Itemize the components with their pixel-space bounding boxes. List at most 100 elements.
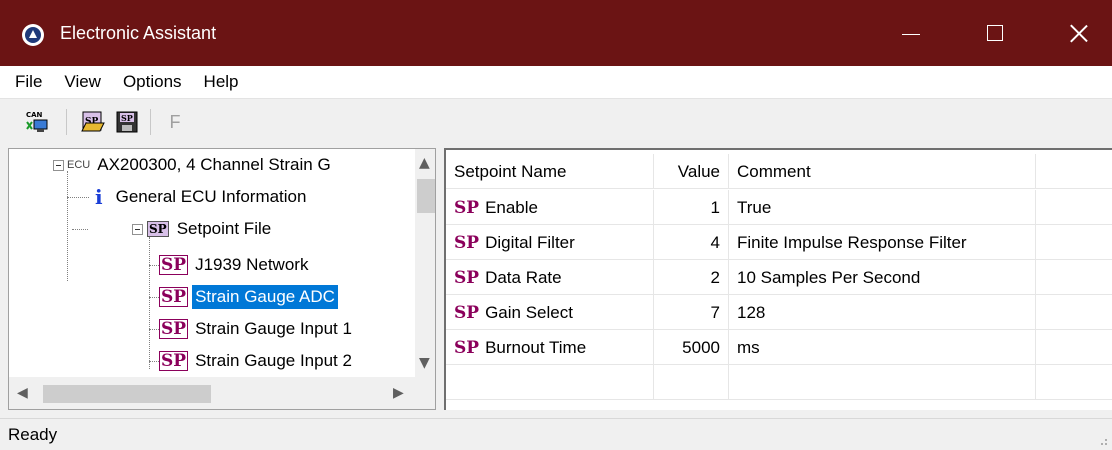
empty-cell bbox=[1036, 225, 1112, 260]
can-network-icon: CAN bbox=[26, 111, 48, 132]
empty-cell bbox=[1036, 190, 1112, 225]
setpoint-comment: 10 Samples Per Second bbox=[729, 260, 1036, 295]
menu-file[interactable]: File bbox=[4, 66, 53, 98]
setpoint-comment: ms bbox=[729, 330, 1036, 365]
setpoint-name: Data Rate bbox=[485, 268, 562, 287]
flash-button[interactable]: F bbox=[160, 107, 190, 137]
tree-item-strain-gauge-input-2[interactable]: SP Strain Gauge Input 2 bbox=[159, 345, 355, 377]
empty-cell bbox=[446, 365, 654, 400]
setpoint-name: Burnout Time bbox=[485, 338, 587, 357]
tree-item-general-info[interactable]: i General ECU Information bbox=[93, 181, 309, 213]
scroll-left-icon[interactable]: ◀ bbox=[17, 385, 28, 401]
maximize-button[interactable] bbox=[950, 0, 1040, 66]
table-row[interactable]: SP Data Rate 2 10 Samples Per Second bbox=[446, 260, 1112, 295]
tree-line bbox=[149, 361, 159, 362]
setpoint-name-cell: SP Gain Select bbox=[446, 295, 654, 330]
setpoint-icon: SP bbox=[454, 233, 480, 253]
empty-cell bbox=[1036, 260, 1112, 295]
setpoint-comment: 128 bbox=[729, 295, 1036, 330]
tree-item-label: Strain Gauge Input 1 bbox=[195, 319, 352, 338]
setpoint-table: Setpoint Name Value Comment SP Enable 1 T… bbox=[444, 148, 1112, 410]
tree-line bbox=[149, 329, 159, 330]
setpoint-file-icon: SP bbox=[147, 221, 169, 237]
tree-view[interactable]: ECU AX200300, 4 Channel Strain G i Gener… bbox=[8, 148, 436, 410]
setpoint-name: Digital Filter bbox=[485, 233, 575, 252]
table-row[interactable]: SP Gain Select 7 128 bbox=[446, 295, 1112, 330]
save-setpoint-button[interactable]: SP bbox=[112, 107, 142, 137]
tree-item-strain-gauge-adc[interactable]: SP Strain Gauge ADC bbox=[159, 281, 338, 313]
info-icon: i bbox=[95, 185, 103, 209]
setpoint-name-cell: SP Digital Filter bbox=[446, 225, 654, 260]
setpoint-name-cell: SP Burnout Time bbox=[446, 330, 654, 365]
setpoint-name-cell: SP Data Rate bbox=[446, 260, 654, 295]
toolbar-separator bbox=[150, 109, 151, 135]
menu-help[interactable]: Help bbox=[193, 66, 250, 98]
setpoint-value: 4 bbox=[654, 225, 729, 260]
setpoint-icon: SP bbox=[454, 303, 480, 323]
empty-cell bbox=[729, 365, 1036, 400]
tree-item-j1939-network[interactable]: SP J1939 Network bbox=[159, 249, 311, 281]
table-row[interactable]: SP Enable 1 True bbox=[446, 190, 1112, 225]
setpoint-name: Enable bbox=[485, 198, 538, 217]
tree-horizontal-scrollbar[interactable]: ◀ ▶ bbox=[9, 377, 415, 409]
tree-item-label: AX200300, 4 Channel Strain G bbox=[97, 155, 331, 174]
table-row[interactable]: SP Digital Filter 4 Finite Impulse Respon… bbox=[446, 225, 1112, 260]
ecu-icon: ECU bbox=[67, 159, 91, 171]
table-header-row: Setpoint Name Value Comment bbox=[446, 154, 1112, 189]
setpoint-name: Gain Select bbox=[485, 303, 573, 322]
window-title: Electronic Assistant bbox=[60, 23, 217, 43]
tree-line bbox=[149, 237, 150, 369]
setpoint-comment: Finite Impulse Response Filter bbox=[729, 225, 1036, 260]
minimize-button[interactable] bbox=[866, 0, 956, 66]
collapse-ecu-toggle[interactable] bbox=[53, 160, 64, 171]
column-header-comment[interactable]: Comment bbox=[729, 154, 1036, 189]
setpoint-comment: True bbox=[729, 190, 1036, 225]
scroll-down-icon[interactable]: ▼ bbox=[419, 355, 430, 371]
table-row[interactable]: SP Burnout Time 5000 ms bbox=[446, 330, 1112, 365]
scroll-right-icon[interactable]: ▶ bbox=[393, 385, 404, 401]
tree-vertical-scrollbar[interactable]: ▲ ▼ bbox=[415, 149, 435, 377]
empty-cell bbox=[654, 365, 729, 400]
menu-bar: File View Options Help bbox=[0, 66, 1112, 98]
setpoint-icon: SP bbox=[454, 198, 480, 218]
tree-line bbox=[149, 297, 159, 298]
menu-options[interactable]: Options bbox=[112, 66, 193, 98]
app-logo-icon bbox=[22, 24, 44, 46]
empty-cell bbox=[1036, 365, 1112, 400]
close-icon bbox=[1070, 24, 1088, 42]
tree-item-strain-gauge-input-1[interactable]: SP Strain Gauge Input 1 bbox=[159, 313, 355, 345]
tree-line bbox=[149, 265, 159, 266]
can-connect-button[interactable]: CAN bbox=[22, 107, 52, 137]
toolbar-separator bbox=[66, 109, 67, 135]
setpoint-value: 7 bbox=[654, 295, 729, 330]
setpoint-icon: SP bbox=[454, 338, 480, 358]
vertical-scroll-thumb[interactable] bbox=[417, 179, 435, 213]
close-button[interactable] bbox=[1034, 0, 1112, 66]
setpoint-name-cell: SP Enable bbox=[446, 190, 654, 225]
column-header-name[interactable]: Setpoint Name bbox=[446, 154, 654, 189]
svg-text:SP: SP bbox=[121, 113, 133, 123]
status-text: Ready bbox=[8, 425, 58, 444]
tree-item-ecu[interactable]: ECU AX200300, 4 Channel Strain G bbox=[67, 149, 334, 181]
resize-grip-icon[interactable] bbox=[1096, 434, 1108, 446]
setpoint-icon: SP bbox=[454, 268, 480, 288]
tree-line bbox=[72, 229, 88, 230]
tree-item-label: General ECU Information bbox=[115, 187, 307, 206]
tree-item-setpoint-file[interactable]: SP Setpoint File bbox=[147, 213, 274, 245]
collapse-setpoint-toggle[interactable] bbox=[132, 224, 143, 235]
svg-text:CAN: CAN bbox=[26, 111, 43, 119]
toolbar: CAN SP SP F bbox=[0, 98, 1112, 144]
setpoint-icon: SP bbox=[159, 351, 189, 371]
title-bar[interactable]: Electronic Assistant bbox=[0, 0, 1112, 66]
setpoint-value: 5000 bbox=[654, 330, 729, 365]
empty-cell bbox=[1036, 295, 1112, 330]
tree-item-label-selected: Strain Gauge ADC bbox=[192, 285, 338, 309]
status-bar: Ready bbox=[0, 418, 1112, 450]
scroll-up-icon[interactable]: ▲ bbox=[419, 155, 430, 171]
maximize-icon bbox=[987, 25, 1003, 41]
tree-line bbox=[67, 197, 89, 198]
column-header-value[interactable]: Value bbox=[654, 154, 729, 189]
horizontal-scroll-thumb[interactable] bbox=[43, 385, 211, 403]
open-setpoint-button[interactable]: SP bbox=[78, 107, 108, 137]
menu-view[interactable]: View bbox=[53, 66, 112, 98]
